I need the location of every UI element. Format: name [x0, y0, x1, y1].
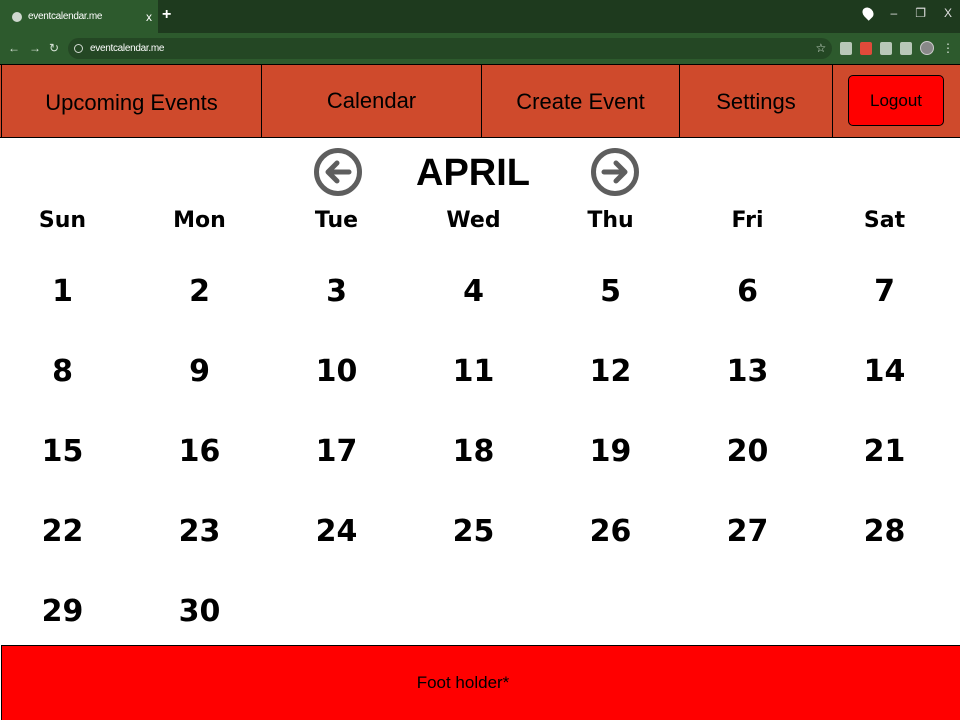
calendar-day[interactable]: 25: [405, 490, 542, 570]
next-month-button[interactable]: [591, 148, 639, 196]
tab-close-icon[interactable]: x: [140, 10, 158, 24]
calendar-day[interactable]: 7: [816, 250, 953, 330]
nav-create-event[interactable]: Create Event: [482, 65, 680, 138]
avatar[interactable]: [920, 41, 934, 55]
weekday-label: Sun: [38, 208, 87, 233]
calendar-day[interactable]: 3: [268, 250, 405, 330]
calendar-day[interactable]: 26: [542, 490, 679, 570]
month-title: APRIL: [416, 152, 530, 194]
arrow-left-icon: [325, 160, 352, 184]
previous-month-button[interactable]: [314, 148, 362, 196]
playlist-icon[interactable]: [900, 41, 912, 55]
calendar-day[interactable]: 5: [542, 250, 679, 330]
globe-icon: [12, 11, 22, 22]
weekday-label: Thu: [587, 208, 634, 233]
window-controls: – ❐ X: [859, 5, 952, 21]
weekday-label: Sat: [863, 208, 906, 233]
calendar-day[interactable]: 17: [268, 410, 405, 490]
footer: Foot holder*: [1, 645, 960, 720]
tab-title: eventcalendar.me: [28, 11, 103, 22]
calendar-day[interactable]: 11: [405, 330, 542, 410]
info-icon[interactable]: [74, 44, 83, 53]
calendar-day[interactable]: 19: [542, 410, 679, 490]
logout-button[interactable]: Logout: [848, 75, 944, 126]
url-input[interactable]: eventcalendar.me ☆: [68, 38, 832, 59]
weekday-label: Fri: [731, 208, 764, 233]
nav-calendar[interactable]: Calendar: [262, 65, 482, 138]
extension-icon[interactable]: [860, 41, 872, 55]
reload-icon[interactable]: ↻: [49, 41, 59, 55]
calendar-day[interactable]: 8: [0, 330, 131, 410]
calendar-day[interactable]: 30: [131, 570, 268, 650]
calendar-day[interactable]: 22: [0, 490, 131, 570]
calendar-day[interactable]: 13: [679, 330, 816, 410]
weekday-label: Mon: [173, 208, 226, 233]
calendar-day[interactable]: 24: [268, 490, 405, 570]
bookmark-star-icon[interactable]: ☆: [816, 41, 827, 55]
calendar-day[interactable]: 28: [816, 490, 953, 570]
calendar-day[interactable]: 27: [679, 490, 816, 570]
weekday-header-row: Sun Mon Tue Wed Thu Fri Sat: [0, 208, 960, 238]
restore-button[interactable]: ❐: [915, 6, 926, 20]
calendar-day[interactable]: 9: [131, 330, 268, 410]
url-text: eventcalendar.me: [90, 43, 165, 54]
calendar-day[interactable]: 12: [542, 330, 679, 410]
nav-settings[interactable]: Settings: [680, 65, 833, 138]
extension-icons: ⋮: [840, 41, 954, 55]
menu-dots-icon[interactable]: ⋮: [942, 42, 954, 55]
calendar-day[interactable]: 29: [0, 570, 131, 650]
main-nav: Upcoming Events Calendar Create Event Se…: [0, 64, 960, 138]
address-bar: ← → ↻ eventcalendar.me ☆ ⋮: [0, 33, 960, 64]
forward-arrow-icon[interactable]: →: [29, 41, 41, 55]
calendar-day[interactable]: 14: [816, 330, 953, 410]
weekday-label: Tue: [314, 208, 359, 233]
calendar-day[interactable]: 18: [405, 410, 542, 490]
new-tab-button[interactable]: +: [162, 6, 171, 24]
weekday-label: Wed: [446, 208, 501, 233]
location-pin-icon[interactable]: [859, 5, 876, 21]
calendar-day[interactable]: 1: [0, 250, 131, 330]
calendar-day[interactable]: 4: [405, 250, 542, 330]
calendar-grid: 1 2 3 4 5 6 7 8 9 10 11 12 13 14 15 16 17 18 19 20 21 22 23 24 2…: [0, 250, 960, 645]
calendar-day[interactable]: 10: [268, 330, 405, 410]
month-header: APRIL: [0, 148, 960, 200]
extension-icon[interactable]: [840, 41, 852, 55]
back-arrow-icon[interactable]: ←: [8, 41, 20, 55]
browser-tab[interactable]: eventcalendar.me x: [0, 0, 158, 33]
puzzle-icon[interactable]: [880, 41, 892, 55]
calendar-day[interactable]: 16: [131, 410, 268, 490]
browser-tab-bar: eventcalendar.me x + – ❐ X: [0, 0, 960, 33]
close-window-button[interactable]: X: [944, 6, 952, 20]
calendar-day[interactable]: 2: [131, 250, 268, 330]
calendar-day[interactable]: 20: [679, 410, 816, 490]
minimize-button[interactable]: –: [891, 6, 898, 20]
calendar-day[interactable]: 23: [131, 490, 268, 570]
nav-upcoming-events[interactable]: Upcoming Events: [1, 65, 262, 138]
calendar-day[interactable]: 6: [679, 250, 816, 330]
calendar-day[interactable]: 21: [816, 410, 953, 490]
arrow-right-icon: [601, 160, 628, 184]
calendar-day[interactable]: 15: [0, 410, 131, 490]
